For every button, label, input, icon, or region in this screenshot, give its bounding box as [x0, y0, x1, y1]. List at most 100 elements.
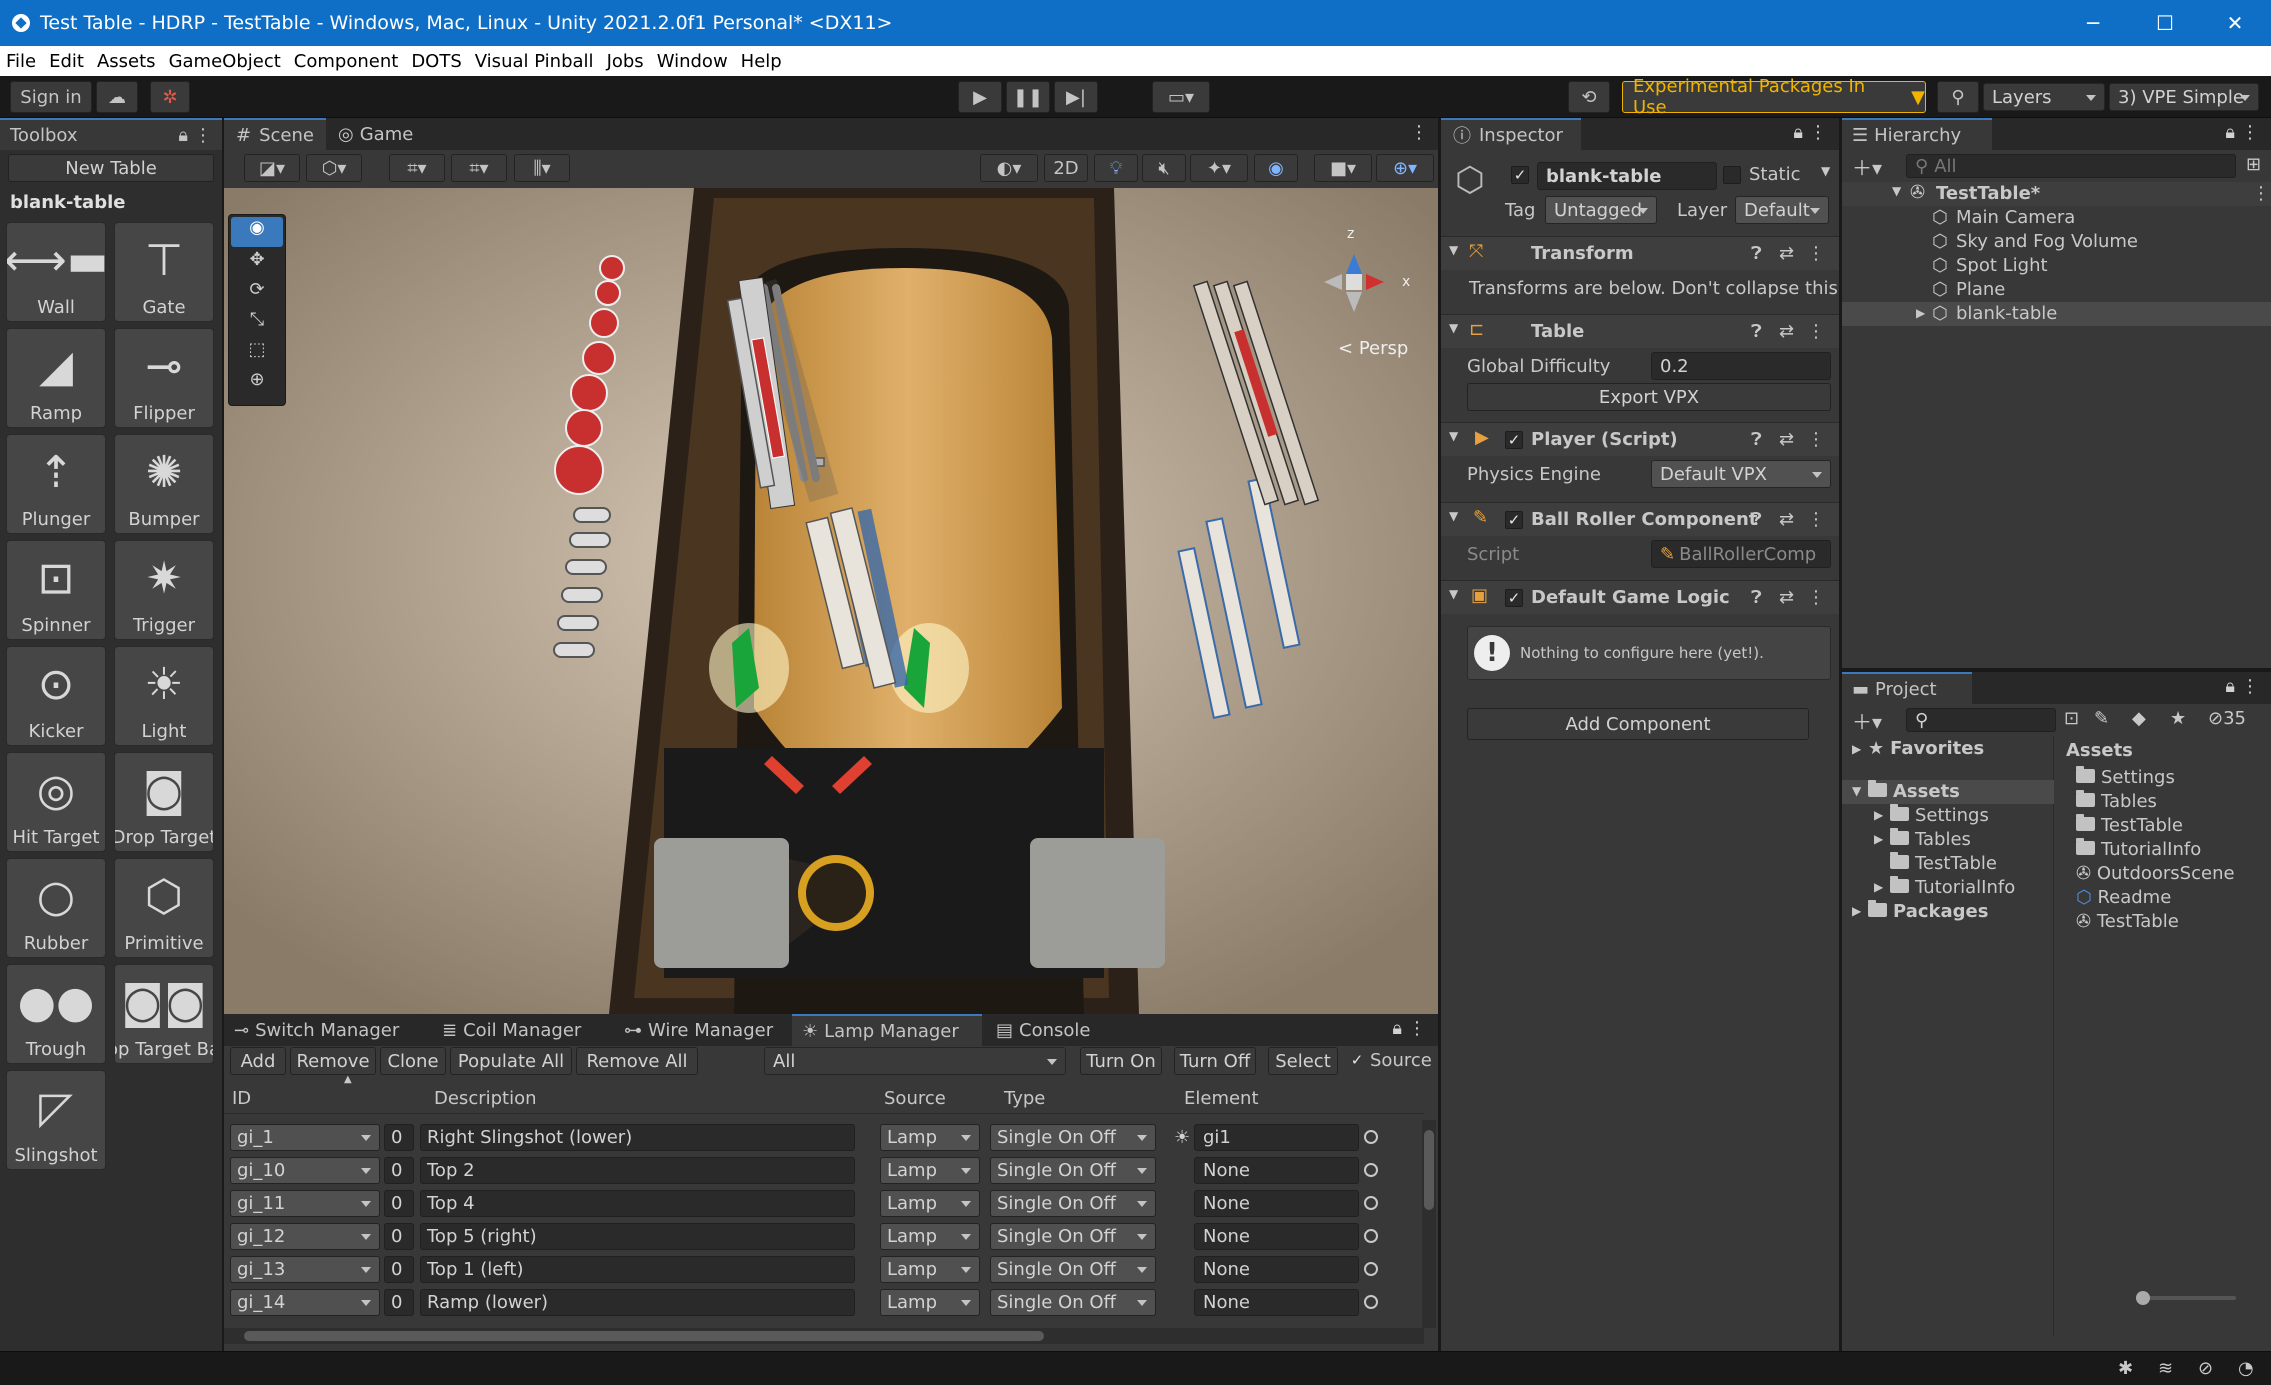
new-table-button[interactable]: New Table: [8, 154, 214, 182]
lamp-number-field[interactable]: 0: [384, 1190, 414, 1217]
cloud-icon[interactable]: ☁: [96, 81, 138, 113]
export-vpx-button[interactable]: Export VPX: [1467, 383, 1831, 411]
menu-help[interactable]: Help: [741, 51, 782, 72]
lamp-description-field[interactable]: Top 5 (right): [420, 1223, 855, 1250]
tab-inspector[interactable]: ⓘ Inspector: [1441, 118, 1581, 150]
lamp-source-dropdown[interactable]: Lamp: [880, 1256, 980, 1283]
target-picker-icon[interactable]: [1364, 1262, 1378, 1276]
filter-dropdown[interactable]: All: [764, 1047, 1066, 1075]
more-icon[interactable]: ⋮: [1408, 1018, 1426, 1039]
transform-header[interactable]: ▼ ⤧ Transform ❓︎ ⇄ ⋮: [1441, 236, 1839, 270]
tool-wall[interactable]: ⟷▬ Wall: [6, 222, 106, 322]
lamp-element-field[interactable]: gi1: [1194, 1124, 1359, 1151]
project-search-input[interactable]: ⚲: [1906, 708, 2056, 732]
favorites-item[interactable]: ★ Favorites: [1868, 738, 1984, 759]
hierarchy-search-input[interactable]: ⚲ All: [1906, 154, 2236, 178]
persp-label[interactable]: < Persp: [1338, 338, 1408, 359]
lamp-id-dropdown[interactable]: gi_1: [230, 1124, 380, 1151]
toggle-2d-button[interactable]: 2D: [1044, 154, 1088, 182]
lamp-description-field[interactable]: Top 2: [420, 1157, 855, 1184]
lamp-source-dropdown[interactable]: Lamp: [880, 1157, 980, 1184]
preset-icon[interactable]: ⇄: [1779, 243, 1794, 264]
file-item[interactable]: ⬡ Readme: [2056, 886, 2271, 910]
tab-hierarchy[interactable]: ☰ Hierarchy: [1842, 118, 1992, 150]
lamp-description-field[interactable]: Ramp (lower): [420, 1289, 855, 1316]
pause-button[interactable]: ❚❚: [1006, 81, 1050, 113]
tool-slingshot[interactable]: ◸ Slingshot: [6, 1070, 106, 1170]
hierarchy-root-row[interactable]: ▼ ✇ TestTable* ⋮: [1842, 182, 2271, 206]
help-icon[interactable]: ❓︎: [1751, 509, 1762, 530]
lamp-id-dropdown[interactable]: gi_10: [230, 1157, 380, 1184]
more-icon[interactable]: ⋮: [1807, 243, 1825, 264]
favorite-icon[interactable]: ★: [2170, 708, 2186, 729]
tab-scene[interactable]: # Scene: [224, 118, 326, 150]
file-item[interactable]: TestTable: [2056, 814, 2271, 838]
lamp-type-dropdown[interactable]: Single On Off: [990, 1223, 1156, 1250]
render-mode-icon[interactable]: ⬡▾: [306, 154, 362, 182]
tool-flipper[interactable]: ⊸ Flipper: [114, 328, 214, 428]
vertical-scrollbar[interactable]: [1422, 1120, 1436, 1328]
transform-tool-icon[interactable]: ⊕: [229, 369, 285, 399]
more-icon[interactable]: ⋮: [1807, 429, 1825, 450]
player-header[interactable]: ▼ ▶ ✓ Player (Script) ❓︎ ⇄ ⋮: [1441, 422, 1839, 456]
scene-viewport[interactable]: z x < Persp: [224, 188, 1438, 1014]
scrollbar-thumb[interactable]: [244, 1331, 1044, 1341]
lighting-icon[interactable]: 💡︎: [1094, 154, 1138, 182]
target-picker-icon[interactable]: [1364, 1196, 1378, 1210]
tool-rubber[interactable]: ○ Rubber: [6, 858, 106, 958]
collab-icon[interactable]: ✲: [150, 81, 190, 113]
hierarchy-item[interactable]: ⬡ Spot Light: [1842, 254, 2271, 278]
view-tool-icon[interactable]: ◉: [231, 217, 283, 247]
tree-item[interactable]: ▶ Tables: [1842, 828, 2054, 852]
lamp-source-dropdown[interactable]: Lamp: [880, 1124, 980, 1151]
tool-primitive[interactable]: ⬡ Primitive: [114, 858, 214, 958]
remove-button[interactable]: Remove: [290, 1047, 376, 1075]
cache-icon[interactable]: ≋: [2158, 1358, 2173, 1379]
tree-item[interactable]: TestTable: [1842, 852, 2054, 876]
lamp-description-field[interactable]: Right Slingshot (lower): [420, 1124, 855, 1151]
target-picker-icon[interactable]: [1364, 1163, 1378, 1177]
column-source[interactable]: Source: [884, 1088, 946, 1109]
active-checkbox[interactable]: ✓: [1511, 166, 1529, 184]
game-logic-enabled-checkbox[interactable]: ✓: [1505, 589, 1523, 607]
foldout-icon[interactable]: ▶: [1874, 808, 1883, 822]
file-item[interactable]: Settings: [2056, 766, 2271, 790]
file-item[interactable]: Tables: [2056, 790, 2271, 814]
tool-spinner[interactable]: ⊡ Spinner: [6, 540, 106, 640]
zoom-slider[interactable]: [2136, 1291, 2236, 1305]
tree-item[interactable]: ▶ Settings: [1842, 804, 2054, 828]
more-icon[interactable]: ⋮: [1807, 509, 1825, 530]
move-tool-icon[interactable]: ✥: [229, 249, 285, 279]
more-icon[interactable]: ⋮: [2241, 122, 2259, 143]
lamp-id-dropdown[interactable]: gi_12: [230, 1223, 380, 1250]
menu-file[interactable]: File: [6, 51, 36, 72]
hidden-packages-icon[interactable]: ⊘35: [2208, 708, 2246, 729]
help-icon[interactable]: ❓︎: [1751, 429, 1762, 450]
ball-roller-enabled-checkbox[interactable]: ✓: [1505, 511, 1523, 529]
preset-icon[interactable]: ⇄: [1779, 587, 1794, 608]
lamp-id-dropdown[interactable]: gi_11: [230, 1190, 380, 1217]
lock-icon[interactable]: 🔒︎: [2225, 122, 2235, 143]
snap-grid-icon[interactable]: ⌗▾: [451, 154, 507, 182]
pivot-icon[interactable]: ⌗▾: [389, 154, 445, 182]
lamp-id-dropdown[interactable]: gi_13: [230, 1256, 380, 1283]
layers-dropdown[interactable]: Layers: [1983, 83, 2105, 111]
target-picker-icon[interactable]: [1364, 1295, 1378, 1309]
populate-all-button[interactable]: Populate All: [450, 1047, 572, 1075]
auto-generate-icon[interactable]: ⊘: [2198, 1358, 2213, 1379]
tool-bumper[interactable]: ✺ Bumper: [114, 434, 214, 534]
tool-hit-target[interactable]: ◎ Hit Target: [6, 752, 106, 852]
tag-dropdown[interactable]: Untagged: [1545, 196, 1657, 224]
more-icon[interactable]: ⋮: [1410, 122, 1428, 143]
camera-icon[interactable]: ■▾: [1314, 154, 1372, 182]
preset-icon[interactable]: ⇄: [1779, 509, 1794, 530]
column-id[interactable]: ID: [232, 1088, 251, 1109]
lamp-element-field[interactable]: None: [1194, 1289, 1359, 1316]
add-icon[interactable]: ＋▾: [1852, 706, 1882, 735]
debug-icon[interactable]: ✱: [2118, 1358, 2133, 1379]
hierarchy-item[interactable]: ⬡ Main Camera: [1842, 206, 2271, 230]
minimize-button[interactable]: ─: [2057, 0, 2129, 46]
table-header[interactable]: ▼ ⊏ Table ❓︎ ⇄ ⋮: [1441, 314, 1839, 348]
close-button[interactable]: ✕: [2199, 0, 2271, 46]
menu-component[interactable]: Component: [294, 51, 399, 72]
